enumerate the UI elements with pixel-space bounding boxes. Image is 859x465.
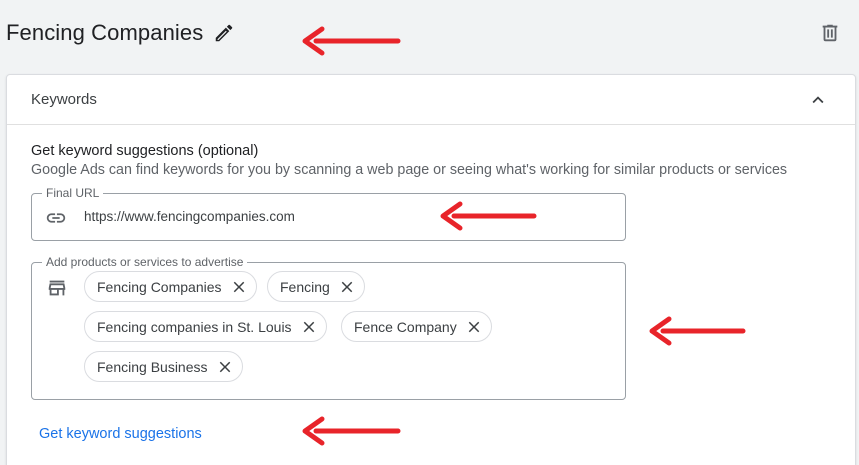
storefront-icon [48,280,66,296]
product-chip[interactable]: Fencing [267,271,365,302]
product-chip-label: Fencing Business [97,358,208,375]
product-chip-label: Fencing companies in St. Louis [97,318,292,335]
product-chip-label: Fencing Companies [97,278,222,295]
close-icon[interactable] [216,358,234,376]
keywords-card: Keywords Get keyword suggestions (option… [6,74,856,465]
product-chip[interactable]: Fencing Companies [84,271,257,302]
close-icon[interactable] [465,318,483,336]
product-chip[interactable]: Fence Company [341,311,492,342]
chevron-up-icon[interactable] [807,89,829,111]
pencil-icon[interactable] [213,22,235,44]
products-field[interactable]: Add products or services to advertise Fe… [31,255,626,400]
trash-icon[interactable] [819,22,841,44]
product-chip[interactable]: Fencing Business [84,351,243,382]
annotation-arrow [649,316,746,346]
ad-group-header: Fencing Companies [0,0,859,68]
annotation-arrow [302,416,401,446]
product-chip[interactable]: Fencing companies in St. Louis [84,311,327,342]
annotation-arrow [302,26,401,56]
keywords-title: Keywords [31,91,97,108]
link-icon [46,213,66,223]
close-icon[interactable] [338,278,356,296]
final-url-label: Final URL [42,186,104,200]
keywords-card-header[interactable]: Keywords [7,75,855,125]
suggestions-heading: Get keyword suggestions (optional) [31,143,259,159]
close-icon[interactable] [300,318,318,336]
get-keyword-suggestions-link[interactable]: Get keyword suggestions [39,426,202,442]
product-chip-label: Fencing [280,278,330,295]
annotation-arrow [440,201,537,231]
close-icon[interactable] [230,278,248,296]
products-label: Add products or services to advertise [42,255,248,269]
ad-group-title: Fencing Companies [6,20,204,45]
product-chip-label: Fence Company [354,318,457,335]
suggestions-description: Google Ads can find keywords for you by … [31,162,788,178]
